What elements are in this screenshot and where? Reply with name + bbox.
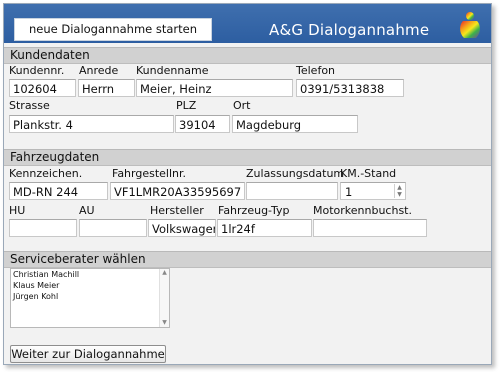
plz-label: PLZ	[176, 99, 197, 112]
strasse-label: Strasse	[9, 99, 50, 112]
section-kundendaten: Kundendaten	[4, 47, 491, 64]
motorkennbuchst-label: Motorkennbuchst.	[313, 204, 412, 217]
continue-dialog-button[interactable]: Weiter zur Dialogannahme	[10, 345, 166, 363]
kennzeichen-label: Kennzeichen.	[9, 167, 83, 180]
km-stand-value: 1	[345, 185, 353, 199]
start-new-dialog-button[interactable]: neue Dialogannahme starten	[14, 18, 212, 41]
kundennr-field[interactable]: 102604	[9, 79, 76, 97]
fahrzeug-typ-label: Fahrzeug-Typ	[218, 204, 290, 217]
section-title: Serviceberater wählen	[10, 252, 146, 266]
zulassungsdatum-label: Zulassungsdatum	[246, 167, 345, 180]
plz-field[interactable]: 39104	[175, 115, 230, 133]
ort-label: Ort	[233, 99, 251, 112]
au-label: AU	[79, 204, 95, 217]
motorkennbuchst-field[interactable]	[313, 219, 427, 237]
scroll-down-arrow-icon[interactable]: ▼	[160, 319, 169, 327]
serviceberater-listbox[interactable]: Christian Machill Klaus Meier Jürgen Koh…	[10, 268, 170, 328]
hersteller-field[interactable]: Volkswagen	[148, 219, 216, 237]
kennzeichen-field[interactable]: MD-RN 244	[9, 182, 108, 200]
fahrgestellnr-field[interactable]: VF1LMR20A33595697	[110, 182, 245, 200]
section-fahrzeugdaten: Fahrzeugdaten	[4, 149, 491, 166]
rainbow-figure-logo-icon	[460, 12, 480, 38]
kundenname-label: Kundenname	[136, 64, 209, 77]
list-item[interactable]: Christian Machill	[11, 269, 169, 280]
section-serviceberater: Serviceberater wählen	[4, 251, 491, 268]
fahrzeug-typ-field[interactable]: 1lr24f	[217, 219, 312, 237]
section-title: Kundendaten	[10, 48, 90, 62]
section-title: Fahrzeugdaten	[10, 150, 100, 164]
ort-field[interactable]: Magdeburg	[232, 115, 358, 133]
kundenname-field[interactable]: Meier, Heinz	[136, 79, 293, 97]
telefon-label: Telefon	[296, 64, 336, 77]
hu-field[interactable]	[9, 219, 77, 237]
hersteller-label: Hersteller	[150, 204, 204, 217]
telefon-field[interactable]: 0391/5313838	[296, 79, 404, 97]
strasse-field[interactable]: Plankstr. 4	[9, 115, 174, 133]
fahrgestellnr-label: Fahrgestellnr.	[112, 167, 187, 180]
list-item[interactable]: Klaus Meier	[11, 280, 169, 291]
anrede-field[interactable]: Herrn	[78, 79, 135, 97]
au-field[interactable]	[79, 219, 147, 237]
header-bar: neue Dialogannahme starten A&G Dialogann…	[4, 4, 491, 43]
km-stand-label: KM.-Stand	[340, 167, 397, 180]
scroll-up-arrow-icon[interactable]: ▲	[160, 269, 169, 277]
list-item[interactable]: Jürgen Kohl	[11, 291, 169, 302]
dialog-window: neue Dialogannahme starten A&G Dialogann…	[3, 3, 492, 365]
hu-label: HU	[9, 204, 26, 217]
anrede-label: Anrede	[79, 64, 119, 77]
km-stand-stepper[interactable]: 1 ▲ ▼	[340, 182, 406, 200]
listbox-scrollbar[interactable]: ▲ ▼	[159, 269, 169, 327]
zulassungsdatum-field[interactable]	[246, 182, 338, 200]
brand-title: A&G Dialogannahme	[269, 21, 430, 39]
kundennr-label: Kundennr.	[9, 64, 65, 77]
stepper-arrows-icon[interactable]: ▲ ▼	[394, 184, 404, 198]
